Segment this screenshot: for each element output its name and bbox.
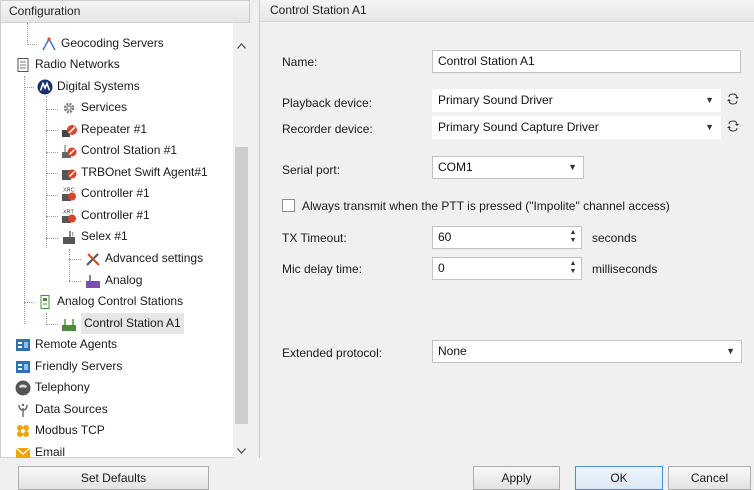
chevron-down-icon: ▼ xyxy=(705,95,714,105)
serial-port-label: Serial port: xyxy=(282,163,341,177)
configuration-panel: Configuration Geocoding Servers Radio Ne… xyxy=(0,0,250,459)
playback-device-label: Playback device: xyxy=(282,96,373,110)
tx-timeout-unit: seconds xyxy=(592,231,637,245)
scroll-thumb[interactable] xyxy=(235,147,248,424)
always-transmit-label: Always transmit when the PTT is pressed … xyxy=(302,199,670,213)
svg-text:XRC: XRC xyxy=(63,187,75,193)
tree-item-selex[interactable]: Selex #1 xyxy=(61,226,128,247)
tx-timeout-label: TX Timeout: xyxy=(282,231,347,245)
chevron-down-icon: ▼ xyxy=(726,346,735,356)
name-field[interactable]: Control Station A1 xyxy=(432,50,741,73)
always-transmit-checkbox[interactable] xyxy=(282,199,295,212)
spin-arrows-icon[interactable]: ▲ ▼ xyxy=(569,229,577,245)
scroll-up-icon[interactable] xyxy=(233,37,250,54)
remote-agents-icon xyxy=(15,337,31,353)
tree-item-swift-agent[interactable]: TRBOnet Swift Agent#1 xyxy=(61,162,208,183)
tree-item-controller-xrt[interactable]: XRT Controller #1 xyxy=(61,205,150,226)
geocoding-icon xyxy=(41,36,57,52)
repeater-icon xyxy=(61,122,77,138)
set-defaults-button[interactable]: Set Defaults xyxy=(18,466,209,490)
recorder-device-select[interactable]: Primary Sound Capture Driver ▼ xyxy=(432,116,721,139)
scroll-down-icon[interactable] xyxy=(233,442,250,459)
configuration-header: Configuration xyxy=(1,1,249,23)
friendly-servers-icon xyxy=(15,359,31,375)
controller-xrt-icon: XRT xyxy=(61,208,77,224)
tree-item-controller-xrc[interactable]: XRC Controller #1 xyxy=(61,183,150,204)
tree-item-geocoding-servers[interactable]: Geocoding Servers xyxy=(41,33,164,54)
tree-item-telephony[interactable]: Telephony xyxy=(15,377,90,398)
cancel-button[interactable]: Cancel xyxy=(668,466,751,490)
refresh-playback-icon[interactable] xyxy=(727,92,739,109)
tree-item-friendly-servers[interactable]: Friendly Servers xyxy=(15,356,122,377)
serial-port-select[interactable]: COM1 ▼ xyxy=(432,156,584,179)
tools-icon xyxy=(85,251,101,267)
tree-item-analog-control-stations[interactable]: Analog Control Stations xyxy=(37,291,183,312)
tree-item-control-station[interactable]: Control Station #1 xyxy=(61,140,177,161)
extended-protocol-select[interactable]: None ▼ xyxy=(432,340,742,363)
chevron-down-icon: ▼ xyxy=(705,122,714,132)
modbus-icon xyxy=(15,423,31,439)
refresh-recorder-icon[interactable] xyxy=(727,119,739,136)
station-settings-panel: Control Station A1 Name: Control Station… xyxy=(259,0,754,458)
tx-timeout-stepper[interactable]: 60 ▲ ▼ xyxy=(432,226,582,249)
analog-stations-icon xyxy=(37,294,53,310)
control-station-a1-icon xyxy=(61,316,77,332)
swift-agent-icon xyxy=(61,165,77,181)
telephony-icon xyxy=(15,380,31,396)
document-icon xyxy=(15,57,31,73)
tree-item-services[interactable]: Services xyxy=(61,97,127,118)
recorder-device-label: Recorder device: xyxy=(282,122,373,136)
configuration-tree: Geocoding Servers Radio Networks Digital… xyxy=(1,23,233,459)
spin-arrows-icon[interactable]: ▲ ▼ xyxy=(569,260,577,276)
ok-button[interactable]: OK xyxy=(575,466,663,490)
control-station-icon xyxy=(61,143,77,159)
tree-scrollbar[interactable] xyxy=(233,23,250,459)
tree-item-repeater[interactable]: Repeater #1 xyxy=(61,119,147,140)
name-label: Name: xyxy=(282,55,318,69)
extended-protocol-label: Extended protocol: xyxy=(282,346,383,360)
mic-delay-stepper[interactable]: 0 ▲ ▼ xyxy=(432,257,582,280)
tree-item-data-sources[interactable]: Data Sources xyxy=(15,399,108,420)
mic-delay-unit: milliseconds xyxy=(592,262,658,276)
tree-item-control-station-a1[interactable]: Control Station A1 xyxy=(61,313,184,334)
gear-icon xyxy=(61,100,77,116)
playback-device-select[interactable]: Primary Sound Driver ▼ xyxy=(432,89,721,112)
motorola-logo-icon xyxy=(37,79,53,95)
tree-item-radio-networks[interactable]: Radio Networks xyxy=(15,54,120,75)
data-sources-icon xyxy=(15,402,31,418)
tree-item-analog[interactable]: Analog xyxy=(85,270,142,291)
station-settings-header: Control Station A1 xyxy=(260,0,754,22)
apply-button[interactable]: Apply xyxy=(473,466,560,490)
tree-item-email[interactable]: Email xyxy=(15,442,65,459)
mic-delay-label: Mic delay time: xyxy=(282,262,363,276)
chevron-down-icon: ▼ xyxy=(568,162,577,172)
email-icon xyxy=(15,445,31,460)
tree-item-digital-systems[interactable]: Digital Systems xyxy=(37,76,140,97)
tree-item-modbus-tcp[interactable]: Modbus TCP xyxy=(15,420,105,441)
controller-xrc-icon: XRC xyxy=(61,186,77,202)
tree-item-remote-agents[interactable]: Remote Agents xyxy=(15,334,117,355)
analog-icon xyxy=(85,273,101,289)
selex-icon xyxy=(61,229,77,245)
tree-item-advanced-settings[interactable]: Advanced settings xyxy=(85,248,203,269)
